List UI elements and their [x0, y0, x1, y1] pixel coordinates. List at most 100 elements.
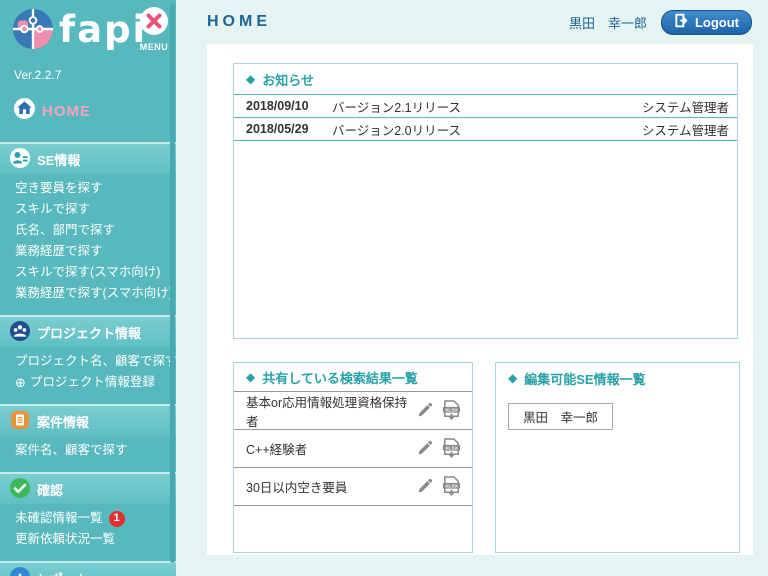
sidebar-item-update-request-list[interactable]: 更新依頼状況一覧 [0, 529, 176, 550]
notice-text: バージョン2.0リリース [332, 120, 461, 139]
editable-se-title: 編集可能SE情報一覧 [524, 369, 645, 388]
item-label: 空き要員を探す [15, 180, 103, 197]
notice-date: 2018/09/10 [246, 99, 332, 113]
editable-se-entry[interactable]: 黒田 幸一郎 [508, 403, 613, 430]
sidebar-item-search-by-name-dept[interactable]: 氏名、部門で探す [0, 220, 176, 241]
notices-title: お知らせ [262, 70, 314, 89]
section-project-info: プロジェクト情報 プロジェクト名、顧客で探す ⊕ プロジェクト情報登録 [0, 315, 176, 398]
logout-door-icon [674, 13, 689, 31]
sidebar-item-search-by-history-mobile[interactable]: 業務経歴で探す(スマホ向け) [0, 283, 176, 304]
item-label: 業務経歴で探す(スマホ向け) [15, 285, 173, 302]
section-label: 確認 [37, 480, 63, 499]
notices-box: ◆ お知らせ 2018/09/10 バージョン2.1リリース システム管理者 2… [233, 63, 738, 339]
section-label: プロジェクト情報 [37, 323, 141, 342]
logo-text: fapi [59, 8, 147, 52]
logout-button[interactable]: Logout [661, 10, 752, 35]
notice-author: システム管理者 [642, 120, 729, 139]
section-label: 案件情報 [37, 412, 89, 431]
sidebar-item-search-by-skill[interactable]: スキルで探す [0, 199, 176, 220]
edit-pencil-icon[interactable] [416, 402, 433, 419]
person-icon [10, 148, 30, 171]
sidebar: fapi MENU Ver.2.2.7 HOME [0, 0, 176, 576]
item-label: プロジェクト情報登録 [30, 374, 155, 391]
sidebar-item-search-available[interactable]: 空き要員を探す [0, 178, 176, 199]
item-label: 更新依頼状況一覧 [15, 531, 115, 548]
notice-author: システム管理者 [642, 97, 729, 116]
section-header-se-info: SE情報 [0, 144, 176, 174]
page: fapi MENU Ver.2.2.7 HOME [0, 0, 768, 576]
topbar: HOME 黒田 幸一郎 Logout [176, 0, 768, 44]
logged-in-user-name[interactable]: 黒田 幸一郎 [569, 13, 647, 32]
menu-label: MENU [136, 42, 172, 52]
sidebar-item-home[interactable]: HOME [0, 92, 176, 136]
shared-result-row: 30日以内空き要員 XLSX [234, 468, 472, 506]
item-label: 氏名、部門で探す [15, 222, 115, 239]
sidebar-item-search-by-skill-mobile[interactable]: スキルで探す(スマホ向け) [0, 262, 176, 283]
edit-pencil-icon[interactable] [416, 440, 433, 457]
plus-circle-icon: ⊕ [15, 374, 26, 391]
editable-se-box: ◆ 編集可能SE情報一覧 黒田 幸一郎 [495, 362, 740, 553]
section-header-project-info: プロジェクト情報 [0, 317, 176, 347]
chart-icon [10, 567, 30, 576]
check-icon [10, 478, 30, 501]
section-header-confirm: 確認 [0, 474, 176, 504]
section-label: レポート [37, 569, 89, 576]
notice-row: 2018/05/29 バージョン2.0リリース システム管理者 [234, 118, 737, 141]
svg-text:XLSX: XLSX [445, 445, 459, 451]
sidebar-item-search-matter[interactable]: 案件名、顧客で探す [0, 440, 176, 461]
notice-date: 2018/05/29 [246, 122, 332, 136]
edit-pencil-icon[interactable] [416, 478, 433, 495]
menu-close-button[interactable]: MENU [136, 6, 172, 52]
diamond-icon: ◆ [508, 372, 517, 384]
unconfirmed-count-badge: 1 [109, 511, 125, 527]
shared-result-label: 基本or応用情報処理資格保持者 [246, 392, 416, 430]
editable-se-header: ◆ 編集可能SE情報一覧 [496, 363, 739, 393]
app-version: Ver.2.2.7 [0, 62, 176, 92]
item-label: スキルで探す(スマホ向け) [15, 264, 160, 281]
item-label: 未確認情報一覧 [15, 510, 103, 527]
item-label: 案件名、顧客で探す [15, 442, 128, 459]
item-label: 業務経歴で探す [15, 243, 103, 260]
shared-result-label: C++経験者 [246, 439, 307, 458]
notices-header: ◆ お知らせ [234, 64, 737, 95]
page-title: HOME [207, 13, 271, 31]
xlsx-download-icon[interactable]: XLSX [441, 438, 462, 459]
xlsx-download-icon[interactable]: XLSX [441, 400, 462, 421]
document-icon [10, 410, 30, 433]
content-panel: ◆ お知らせ 2018/09/10 バージョン2.1リリース システム管理者 2… [207, 44, 753, 555]
group-icon [10, 321, 30, 344]
logout-label: Logout [695, 15, 739, 30]
section-label: SE情報 [37, 150, 80, 169]
diamond-icon: ◆ [246, 73, 255, 85]
shared-result-row: C++経験者 XLSX [234, 430, 472, 468]
xlsx-download-icon[interactable]: XLSX [441, 476, 462, 497]
shared-result-label: 30日以内空き要員 [246, 477, 347, 496]
section-confirm: 確認 未確認情報一覧 1 更新依頼状況一覧 [0, 472, 176, 555]
section-header-report: レポート [0, 563, 176, 576]
sidebar-scrollbar[interactable] [170, 3, 175, 563]
close-icon [139, 23, 169, 40]
section-report: レポート レポート一覧 [0, 561, 176, 576]
sidebar-item-search-project[interactable]: プロジェクト名、顧客で探す [0, 351, 176, 372]
sidebar-item-unconfirmed-list[interactable]: 未確認情報一覧 1 [0, 508, 176, 529]
shared-results-box: ◆ 共有している検索結果一覧 基本or応用情報処理資格保持者 XLSX [233, 362, 473, 553]
svg-text:XLSX: XLSX [445, 407, 459, 413]
svg-text:XLSX: XLSX [445, 483, 459, 489]
shared-result-row: 基本or応用情報処理資格保持者 XLSX [234, 392, 472, 430]
sidebar-item-search-by-history[interactable]: 業務経歴で探す [0, 241, 176, 262]
notice-text: バージョン2.1リリース [332, 97, 461, 116]
notice-row: 2018/09/10 バージョン2.1リリース システム管理者 [234, 95, 737, 118]
shared-results-title: 共有している検索結果一覧 [262, 368, 418, 387]
home-label: HOME [42, 103, 91, 120]
item-label: スキルで探す [15, 201, 90, 218]
item-label: プロジェクト名、顧客で探す [15, 353, 176, 370]
puzzle-logo-icon [12, 8, 54, 55]
section-se-info: SE情報 空き要員を探す スキルで探す 氏名、部門で探す 業務経歴で探す スキル… [0, 142, 176, 309]
home-icon [14, 98, 35, 124]
sidebar-item-register-project[interactable]: ⊕ プロジェクト情報登録 [0, 372, 176, 393]
section-header-matter-info: 案件情報 [0, 406, 176, 436]
section-matter-info: 案件情報 案件名、顧客で探す [0, 404, 176, 466]
diamond-icon: ◆ [246, 371, 255, 383]
shared-results-header: ◆ 共有している検索結果一覧 [234, 363, 472, 392]
logo: fapi MENU [0, 0, 176, 62]
